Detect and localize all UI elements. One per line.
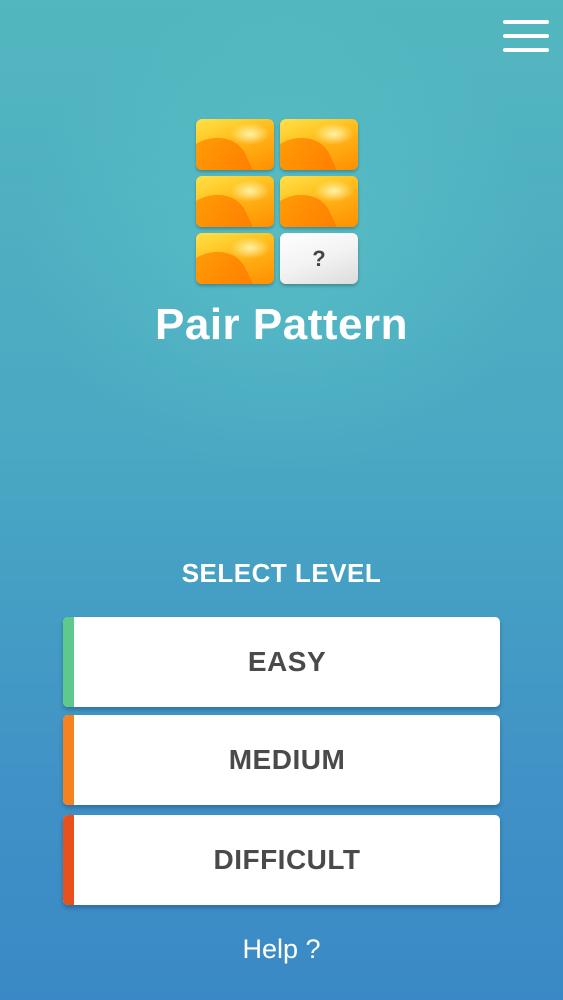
hamburger-menu-icon-bar <box>503 34 549 38</box>
medium-level-button[interactable]: MEDIUM <box>63 715 500 805</box>
logo-tile-orange <box>196 233 274 284</box>
app-title: Pair Pattern <box>155 300 408 349</box>
select-level-heading: SELECT LEVEL <box>181 558 382 588</box>
logo-tile-orange <box>196 119 274 170</box>
logo-tile-orange <box>280 119 358 170</box>
difficult-level-label: DIFFICULT <box>213 844 361 875</box>
difficult-accent-bar <box>63 815 74 905</box>
hamburger-menu-icon-bar <box>503 48 549 52</box>
logo-tile-orange <box>196 176 274 227</box>
difficult-level-button[interactable]: DIFFICULT <box>63 815 500 905</box>
easy-level-button[interactable]: EASY <box>63 617 500 707</box>
app-logo: ? <box>196 119 358 285</box>
hamburger-menu-icon <box>503 20 549 24</box>
medium-accent-bar <box>63 715 74 805</box>
logo-tile-mystery: ? <box>280 233 358 284</box>
question-mark-icon: ? <box>312 245 326 271</box>
easy-level-label: EASY <box>247 646 327 677</box>
help-link[interactable]: Help ? <box>0 934 563 965</box>
logo-tile-orange <box>280 176 358 227</box>
easy-accent-bar <box>63 617 74 707</box>
medium-level-label: MEDIUM <box>228 744 346 775</box>
menu-button[interactable] <box>503 18 551 56</box>
